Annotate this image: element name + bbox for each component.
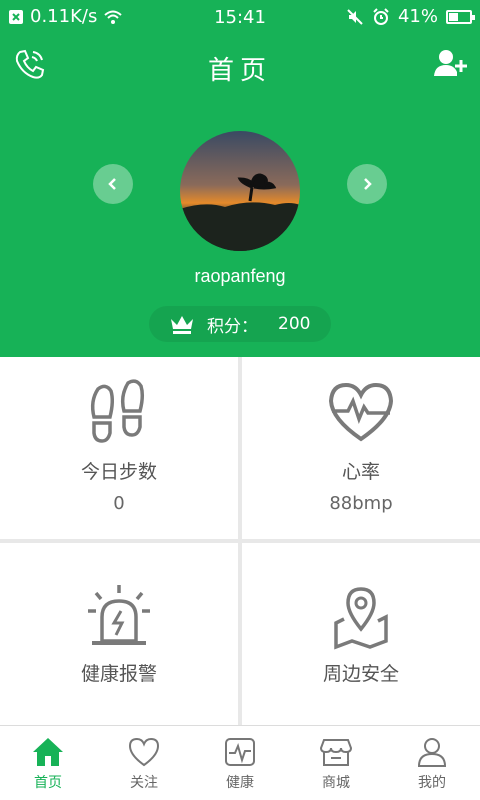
battery-level xyxy=(449,12,459,21)
status-bar: 0.11K/s 15:41 41% xyxy=(0,0,480,36)
tab-follow-label: 关注 xyxy=(130,775,158,791)
tab-store[interactable]: 商城 xyxy=(288,726,384,800)
battery-percent: 41% xyxy=(397,6,438,27)
heart-rate-label: 心率 xyxy=(341,461,380,483)
page-title: 首页 xyxy=(207,56,272,86)
tab-follow[interactable]: 关注 xyxy=(96,726,192,800)
chevron-left-icon xyxy=(108,178,116,190)
user-icon xyxy=(417,738,447,767)
tab-mine-label: 我的 xyxy=(418,775,446,791)
points-label: 积分： xyxy=(207,316,258,337)
next-profile-button[interactable] xyxy=(347,164,387,204)
bottom-nav: 首页 关注 健康 商城 我的 xyxy=(0,725,480,800)
status-right: 41% xyxy=(346,6,475,27)
home-icon xyxy=(33,738,63,766)
avatar-image xyxy=(180,131,300,251)
steps-card[interactable]: 今日步数 0 xyxy=(0,357,238,539)
health-alarm-card[interactable]: 健康报警 xyxy=(0,543,238,725)
pulse-icon xyxy=(225,738,255,766)
previous-profile-button[interactable] xyxy=(93,164,133,204)
steps-label: 今日步数 xyxy=(80,461,157,483)
add-user-button[interactable] xyxy=(432,46,468,82)
crown-icon xyxy=(171,316,193,334)
heart-rate-value: 88bmp xyxy=(329,493,393,514)
alarm-icon xyxy=(373,7,389,25)
mute-icon xyxy=(347,8,363,25)
heart-rate-card[interactable]: 心率 88bmp xyxy=(242,357,480,539)
health-alarm-label: 健康报警 xyxy=(80,663,157,685)
points-badge: 积分： 200 xyxy=(149,306,331,342)
tab-health[interactable]: 健康 xyxy=(192,726,288,800)
tab-mine[interactable]: 我的 xyxy=(384,726,480,800)
heart-rate-icon xyxy=(328,382,394,442)
points-value: 200 xyxy=(278,314,311,334)
nearby-safety-card[interactable]: 周边安全 xyxy=(242,543,480,725)
battery-icon xyxy=(446,9,475,24)
alarm-siren-icon xyxy=(88,585,150,645)
footprints-icon xyxy=(90,379,145,443)
steps-value: 0 xyxy=(113,493,125,514)
nearby-safety-label: 周边安全 xyxy=(322,663,399,685)
heart-icon xyxy=(128,737,160,767)
tab-home-label: 首页 xyxy=(34,775,62,791)
feature-grid: 今日步数 0 心率 88bmp 健康报警 周边安全 xyxy=(0,357,480,725)
avatar[interactable] xyxy=(180,131,300,251)
username: raopanfeng xyxy=(194,266,286,286)
chevron-right-icon xyxy=(364,178,372,190)
tab-home[interactable]: 首页 xyxy=(0,726,96,800)
map-pin-icon xyxy=(334,587,388,650)
tab-health-label: 健康 xyxy=(226,775,254,791)
tab-store-label: 商城 xyxy=(322,775,350,791)
store-icon xyxy=(319,739,353,766)
add-user-icon xyxy=(434,50,467,76)
header: 首页 raopanfeng 积分： 200 xyxy=(0,36,480,357)
